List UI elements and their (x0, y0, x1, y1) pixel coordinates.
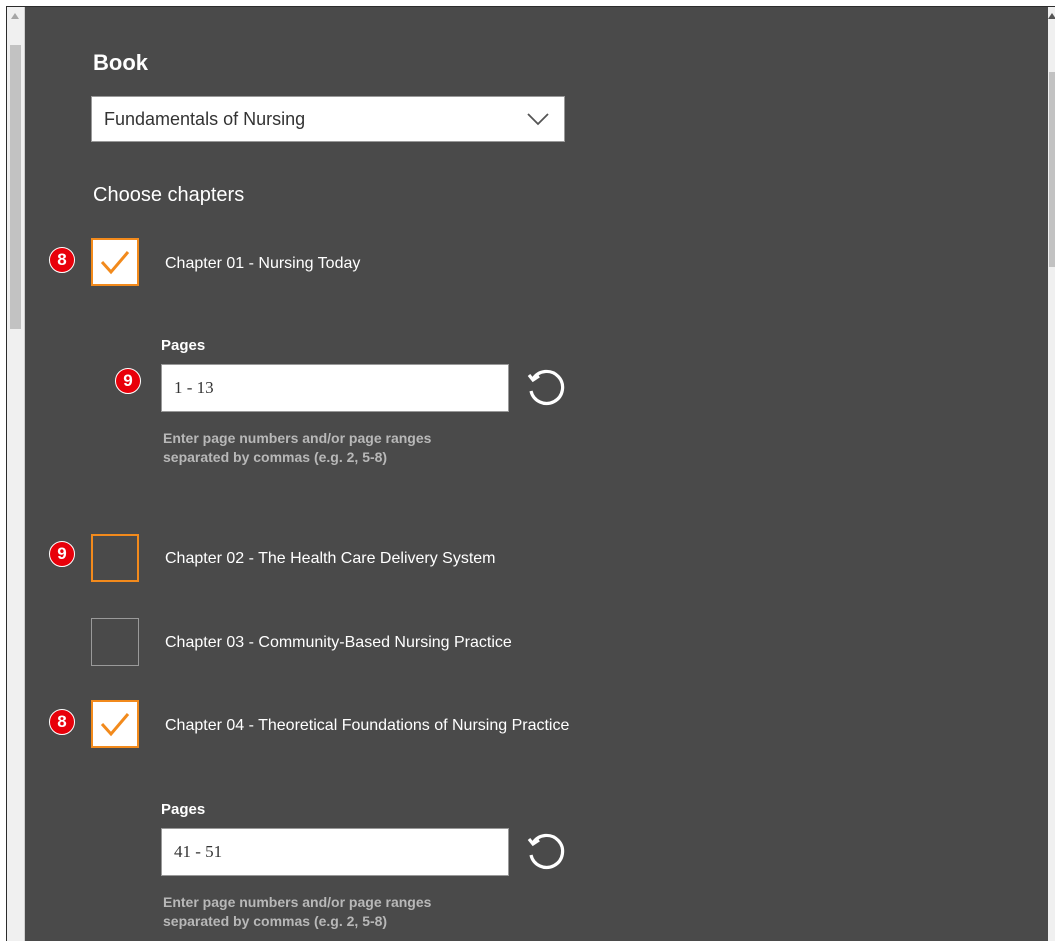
step-badge: 9 (115, 368, 141, 394)
chapter-selector-panel: Book Fundamentals of Nursing Choose chap… (6, 6, 1055, 941)
scroll-up-arrow-icon[interactable] (11, 13, 19, 19)
step-badge: 9 (49, 541, 75, 567)
reset-icon[interactable] (523, 831, 567, 875)
chapter-label-04: Chapter 04 - Theoretical Foundations of … (165, 717, 570, 734)
choose-chapters-heading: Choose chapters (93, 184, 245, 206)
chapter-checkbox-03[interactable] (91, 618, 139, 666)
book-select-value: Fundamentals of Nursing (104, 108, 306, 129)
step-badge: 8 (49, 247, 75, 273)
checkmark-icon (100, 713, 130, 737)
checkmark-icon (100, 251, 130, 275)
right-scrollbar[interactable] (1048, 7, 1055, 941)
hint-line: separated by commas (e.g. 2, 5-8) (163, 913, 388, 929)
chapter-label-02: Chapter 02 - The Health Care Delivery Sy… (165, 550, 496, 567)
book-label: Book (93, 50, 148, 75)
chapter-label-03: Chapter 03 - Community-Based Nursing Pra… (165, 634, 512, 651)
pages-label: Pages (161, 337, 206, 354)
chapter-checkbox-02[interactable] (91, 534, 139, 582)
scrollbar-thumb[interactable] (1049, 72, 1055, 267)
left-scrollbar[interactable] (7, 7, 25, 941)
hint-line: Enter page numbers and/or page ranges (163, 430, 432, 446)
scrollbar-thumb[interactable] (10, 45, 21, 329)
pages-input-chapter-04[interactable] (161, 828, 509, 876)
reset-icon[interactable] (523, 367, 567, 411)
pages-label: Pages (161, 801, 206, 818)
chapter-checkbox-04[interactable] (91, 700, 139, 748)
scroll-up-arrow-icon[interactable] (1048, 13, 1055, 19)
pages-input-chapter-01[interactable] (161, 364, 509, 412)
hint-line: separated by commas (e.g. 2, 5-8) (163, 449, 388, 465)
chevron-down-icon (527, 113, 549, 126)
pages-hint: Enter page numbers and/or page ranges se… (163, 893, 523, 931)
hint-line: Enter page numbers and/or page ranges (163, 894, 432, 910)
book-select[interactable]: Fundamentals of Nursing (91, 96, 565, 142)
pages-hint: Enter page numbers and/or page ranges se… (163, 429, 523, 467)
chapter-checkbox-01[interactable] (91, 238, 139, 286)
chapter-label-01: Chapter 01 - Nursing Today (165, 255, 361, 272)
step-badge: 8 (49, 709, 75, 735)
